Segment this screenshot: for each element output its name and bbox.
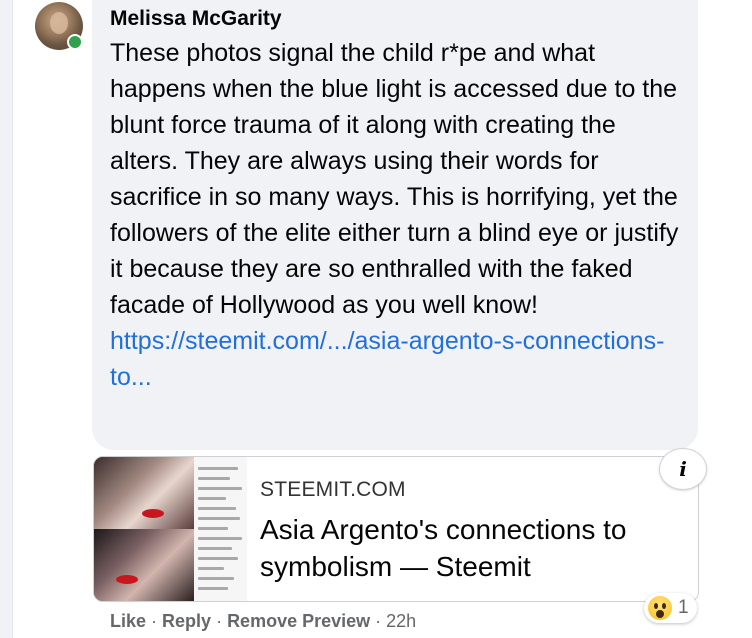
thumbnail-feed-line: [198, 507, 236, 510]
link-preview-title[interactable]: Asia Argento's connections to symbolism …: [260, 511, 680, 585]
thumbnail-photo-bottom: [94, 529, 194, 601]
info-icon: i: [679, 457, 687, 481]
comment-link[interactable]: https://steemit.com/.../asia-argento-s-c…: [110, 323, 690, 395]
facebook-comment-page: Melissa McGarity These photos signal the…: [0, 0, 752, 638]
thumbnail-feed-line: [198, 467, 238, 470]
thumbnail-feed-line: [198, 537, 242, 540]
thumbnail-feed-line: [198, 477, 230, 480]
thumbnail-feed-line: [198, 527, 228, 530]
thumbnail-feed-line: [198, 577, 234, 580]
wow-reaction-icon: [648, 596, 672, 620]
comment-actions: Like · Reply · Remove Preview · 22h: [110, 610, 416, 632]
info-button[interactable]: i: [659, 448, 707, 490]
comment-author-name[interactable]: Melissa McGarity: [110, 7, 282, 31]
remove-preview-button[interactable]: Remove Preview: [227, 611, 370, 631]
comment-text: These photos signal the child r*pe and w…: [110, 39, 679, 319]
wow-eye-right: [662, 603, 666, 609]
action-separator: ·: [375, 611, 382, 631]
reactions-summary[interactable]: 1: [644, 593, 697, 623]
thumbnail-feed-line: [198, 567, 224, 570]
thumbnail-feed-line: [198, 487, 242, 490]
action-separator: ·: [151, 611, 158, 631]
action-separator: ·: [216, 611, 223, 631]
link-preview-domain[interactable]: STEEMIT.COM: [260, 478, 406, 502]
reply-button[interactable]: Reply: [162, 611, 211, 631]
thumbnail-feed-line: [198, 547, 232, 550]
avatar-photo: [50, 12, 68, 34]
thumbnail-lips-bottom: [116, 575, 138, 584]
comment-body: These photos signal the child r*pe and w…: [110, 35, 690, 395]
online-status-dot: [67, 34, 83, 50]
link-preview-thumbnail: [94, 457, 247, 601]
thumbnail-feed-line: [198, 587, 228, 590]
thumbnail-feed-line: [198, 557, 238, 560]
thumbnail-feed-line: [198, 497, 226, 500]
like-button[interactable]: Like: [110, 611, 146, 631]
reaction-count: 1: [678, 597, 689, 618]
thumbnail-lips-top: [142, 509, 164, 518]
left-scroll-rail: [0, 0, 13, 638]
comment-timestamp[interactable]: 22h: [386, 611, 416, 631]
thumbnail-feed-line: [198, 517, 240, 520]
wow-mouth: [656, 610, 664, 618]
thumbnail-photo-top: [94, 457, 194, 529]
wow-eye-left: [654, 603, 658, 609]
